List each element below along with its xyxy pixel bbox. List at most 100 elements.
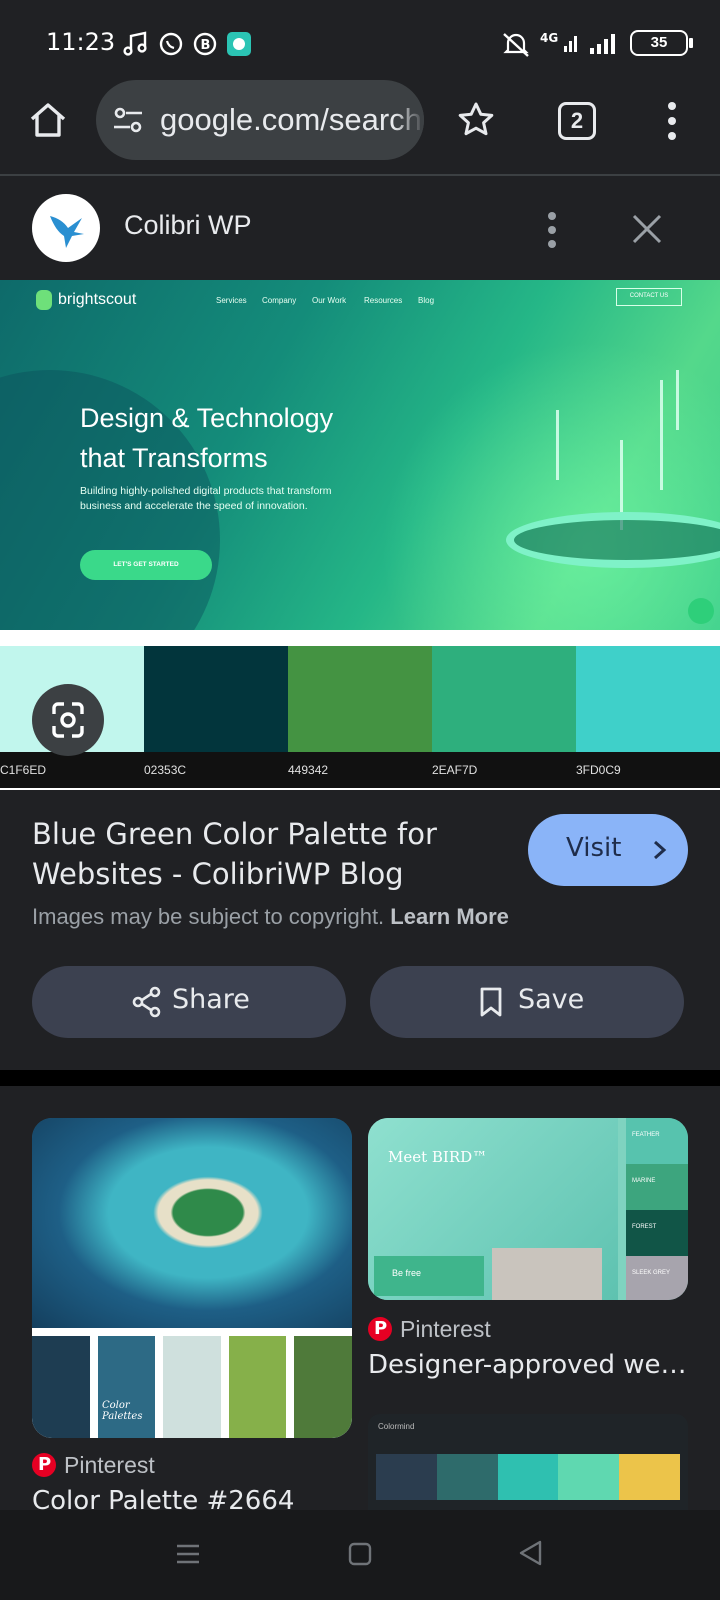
brand-logo: brightscout: [36, 290, 136, 310]
related-image[interactable]: Colormind: [368, 1414, 688, 1514]
headline-line: that Transforms: [80, 443, 268, 473]
palette-code: 3FD0C9: [576, 763, 621, 777]
bookmark-icon: [480, 987, 502, 1017]
bird-headline: Meet BIRD™: [388, 1148, 488, 1166]
bookmark-star-icon[interactable]: [456, 100, 496, 140]
bird-swatch: [626, 1164, 688, 1210]
lens-search-button[interactable]: [32, 684, 104, 756]
bird-person-photo: [492, 1248, 602, 1300]
related-source: Pinterest: [368, 1316, 491, 1343]
bird-panel: [374, 1256, 484, 1296]
svg-text:B: B: [201, 38, 211, 53]
related-swatch: [436, 1454, 498, 1500]
save-label: Save: [518, 984, 585, 1015]
pinterest-icon: [32, 1453, 56, 1477]
website-screenshot: brightscout Services Company Our Work Re…: [0, 280, 720, 630]
source-name: Colibri WP: [124, 210, 252, 240]
signal-icon: 4G: [540, 31, 577, 52]
light-beam: [556, 410, 559, 480]
hummingbird-icon: [50, 216, 84, 248]
recents-menu-icon[interactable]: [174, 1540, 202, 1568]
network-type: 4G: [540, 31, 558, 45]
headline-line: Design & Technology: [80, 403, 334, 433]
chat-app-icon: [227, 32, 251, 56]
close-icon[interactable]: [630, 212, 664, 246]
tab-switcher-button[interactable]: 2: [558, 102, 596, 140]
share-icon: [132, 986, 161, 1018]
hero-headline: Design & Technology that Transforms: [80, 398, 333, 478]
related-swatch: [558, 1454, 620, 1500]
home-icon[interactable]: [26, 98, 70, 142]
image-source-header: Colibri WP: [0, 178, 720, 280]
bird-swatch: [626, 1256, 688, 1300]
related-swatch: [228, 1336, 287, 1438]
share-button[interactable]: Share: [32, 966, 346, 1038]
related-swatch: [294, 1336, 352, 1438]
related-source-label: Pinterest: [400, 1316, 491, 1342]
palette-code: 449342: [288, 763, 329, 777]
bird-swatch-label: MARINE: [632, 1178, 656, 1184]
palette-caption: Color Palettes: [102, 1400, 143, 1422]
section-divider: [0, 1070, 720, 1086]
light-beam: [676, 370, 679, 430]
color-palette: [0, 646, 720, 752]
source-logo: [32, 194, 100, 262]
palette-swatch: [576, 646, 720, 752]
status-bar: 11:23 B 4G 35: [0, 0, 720, 84]
light-beam: [660, 380, 663, 490]
home-square-icon[interactable]: [346, 1540, 374, 1568]
bird-subhead: Be free: [392, 1268, 422, 1278]
hero-subtext: Building highly-polished digital product…: [80, 485, 332, 512]
contact-button: CONTACT US: [616, 288, 682, 306]
related-image[interactable]: Color Palettes: [32, 1118, 352, 1438]
palette-code: 2EAF7D: [432, 763, 478, 777]
pinterest-icon: [368, 1317, 392, 1341]
nav-item: Our Work: [312, 296, 347, 305]
related-image[interactable]: Meet BIRD™ Be free FEATHER MARINE FOREST…: [368, 1118, 688, 1300]
related-title[interactable]: Designer-approved we…: [368, 1350, 688, 1380]
palette-codes: C1F6ED 02353C 449342 2EAF7D 3FD0C9: [0, 752, 720, 788]
bird-swatch: [626, 1210, 688, 1256]
lens-icon: [52, 702, 84, 738]
brand-mark-icon: [36, 290, 52, 310]
nav-item: Resources: [364, 296, 403, 305]
related-source-label: Pinterest: [64, 1452, 155, 1478]
island-photo: [32, 1118, 352, 1328]
colormind-brand: Colormind: [378, 1422, 415, 1431]
bird-swatch-label: SLEEK GREY: [632, 1270, 671, 1276]
browser-toolbar: google.com/search 2: [0, 80, 720, 176]
mute-icon: [503, 33, 529, 57]
site-settings-icon[interactable]: [112, 104, 144, 136]
related-swatch: [497, 1454, 559, 1500]
hero-cta: LET'S GET STARTED: [80, 550, 212, 580]
visit-label: Visit: [566, 833, 622, 863]
visit-button[interactable]: Visit: [528, 814, 688, 886]
music-note-icon: [123, 31, 147, 56]
palette-swatch: [288, 646, 432, 752]
bird-swatch: [626, 1118, 688, 1164]
photo-divider: [32, 1328, 352, 1336]
related-title[interactable]: Color Palette #2664: [32, 1486, 352, 1510]
bird-swatch-label: FOREST: [632, 1224, 657, 1230]
copyright-text: Images may be subject to copyright.: [32, 904, 385, 929]
learn-more-link[interactable]: Learn More: [390, 904, 509, 929]
related-swatch: [163, 1336, 221, 1438]
related-swatch: [32, 1336, 90, 1438]
brand-name: brightscout: [58, 291, 137, 309]
browser-menu-icon[interactable]: [660, 100, 684, 142]
hero-glow: [380, 340, 720, 630]
related-swatch: [97, 1336, 156, 1438]
more-options-icon[interactable]: [540, 210, 564, 250]
palette-swatch: [144, 646, 288, 752]
result-image[interactable]: brightscout Services Company Our Work Re…: [0, 280, 720, 790]
chevron-right-icon: [654, 840, 667, 860]
address-bar[interactable]: google.com/search: [96, 80, 424, 160]
back-triangle-icon[interactable]: [516, 1538, 546, 1568]
bird-swatch-label: FEATHER: [632, 1132, 660, 1138]
related-source: Pinterest: [32, 1452, 155, 1479]
b-app-icon: B: [193, 32, 217, 56]
system-nav-bar: [0, 1510, 720, 1600]
save-button[interactable]: Save: [370, 966, 684, 1038]
result-title[interactable]: Blue Green Color Palette for Websites - …: [32, 814, 482, 894]
palette-code: 02353C: [144, 763, 187, 777]
